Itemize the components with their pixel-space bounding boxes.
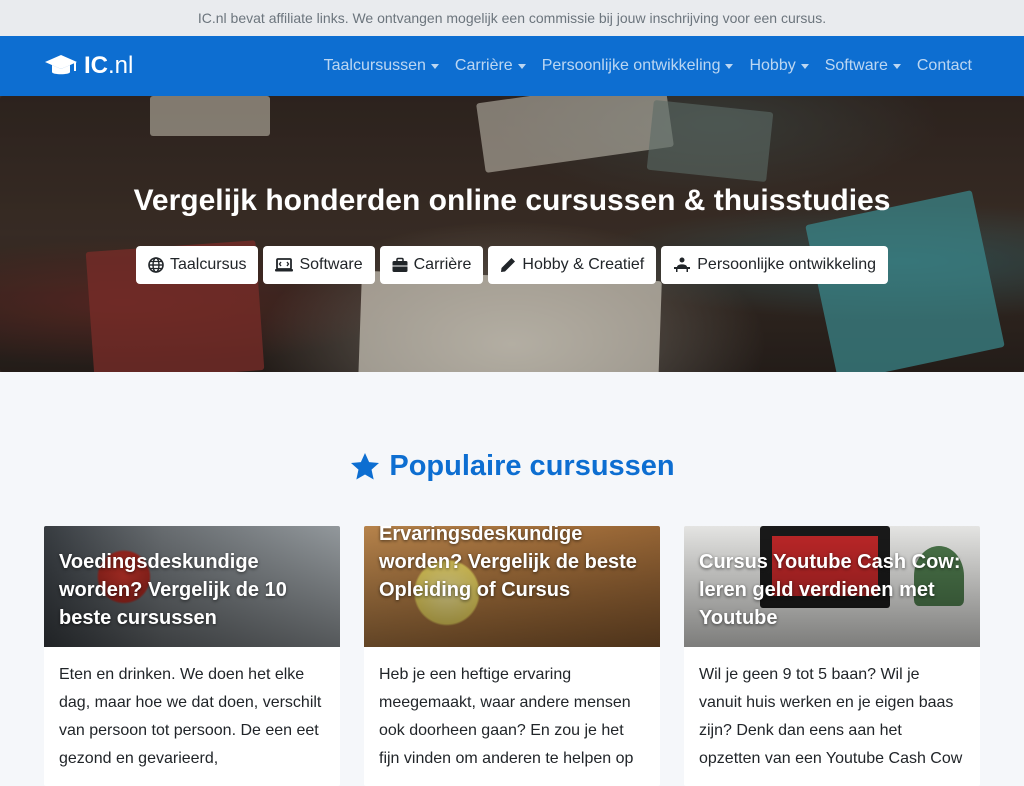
brand-logo[interactable]: IC.nl bbox=[44, 52, 133, 80]
affiliate-notice-bar: IC.nl bevat affiliate links. We ontvange… bbox=[0, 0, 1024, 36]
card-image: Voedingsdeskundige worden? Vergelijk de … bbox=[44, 526, 340, 647]
card-image: Cursus Youtube Cash Cow: leren geld verd… bbox=[684, 526, 980, 647]
category-buttons: Taalcursus Software Carrière Hobby & Cre… bbox=[0, 246, 1024, 284]
pencil-icon bbox=[501, 258, 516, 272]
nav-item-carriere[interactable]: Carrière bbox=[447, 57, 534, 75]
course-cards: Voedingsdeskundige worden? Vergelijk de … bbox=[44, 526, 980, 786]
card-title[interactable]: Cursus Youtube Cash Cow: leren geld verd… bbox=[699, 548, 968, 632]
person-chalkboard-icon bbox=[674, 257, 691, 272]
caret-down-icon bbox=[430, 63, 439, 69]
brand-name: IC bbox=[84, 52, 108, 79]
nav-item-taalcursussen[interactable]: Taalcursussen bbox=[316, 57, 447, 75]
hero-title: Vergelijk honderden online cursussen & t… bbox=[133, 184, 891, 217]
popular-courses-heading: Populaire cursussen bbox=[0, 450, 1024, 483]
caret-down-icon bbox=[892, 63, 901, 69]
nav-item-software[interactable]: Software bbox=[817, 57, 909, 75]
software-button[interactable]: Software bbox=[263, 246, 375, 284]
carriere-button[interactable]: Carrière bbox=[379, 246, 484, 284]
star-icon bbox=[351, 452, 380, 480]
card-text: Eten en drinken. We doen het elke dag, m… bbox=[59, 666, 322, 767]
hero-banner: Vergelijk honderden online cursussen & t… bbox=[0, 96, 1024, 372]
hobby-creatief-button[interactable]: Hobby & Creatief bbox=[488, 246, 657, 284]
brand-tld: .nl bbox=[108, 52, 134, 79]
course-card[interactable]: Cursus Youtube Cash Cow: leren geld verd… bbox=[684, 526, 980, 786]
course-card[interactable]: Voedingsdeskundige worden? Vergelijk de … bbox=[44, 526, 340, 786]
card-title[interactable]: Ervaringsdeskundige worden? Vergelijk de… bbox=[379, 526, 648, 604]
nav-menu: Taalcursussen Carrière Persoonlijke ontw… bbox=[316, 36, 980, 96]
card-text: Wil je geen 9 tot 5 baan? Wil je vanuit … bbox=[699, 666, 963, 767]
briefcase-icon bbox=[392, 257, 408, 272]
nav-item-persoonlijke-ontwikkeling[interactable]: Persoonlijke ontwikkeling bbox=[534, 57, 742, 75]
laptop-code-icon bbox=[275, 258, 294, 272]
popular-courses-title: Populaire cursussen bbox=[389, 450, 675, 482]
taalcursus-button[interactable]: Taalcursus bbox=[135, 246, 259, 284]
persoonlijke-ontwikkeling-button[interactable]: Persoonlijke ontwikkeling bbox=[661, 246, 889, 284]
card-text: Heb je een heftige ervaring meegemaakt, … bbox=[379, 666, 634, 767]
nav-item-hobby[interactable]: Hobby bbox=[741, 57, 816, 75]
caret-down-icon bbox=[725, 63, 734, 69]
globe-icon bbox=[148, 257, 164, 273]
affiliate-notice-text: IC.nl bevat affiliate links. We ontvange… bbox=[197, 10, 827, 26]
course-card[interactable]: Ervaringsdeskundige worden? Vergelijk de… bbox=[364, 526, 660, 786]
caret-down-icon bbox=[800, 63, 809, 69]
card-image: Ervaringsdeskundige worden? Vergelijk de… bbox=[364, 526, 660, 647]
card-title[interactable]: Voedingsdeskundige worden? Vergelijk de … bbox=[59, 548, 328, 632]
nav-item-contact[interactable]: Contact bbox=[909, 57, 980, 75]
main-navbar: IC.nl Taalcursussen Carrière Persoonlijk… bbox=[0, 36, 1024, 96]
caret-down-icon bbox=[517, 63, 526, 69]
graduation-cap-icon bbox=[45, 55, 77, 75]
